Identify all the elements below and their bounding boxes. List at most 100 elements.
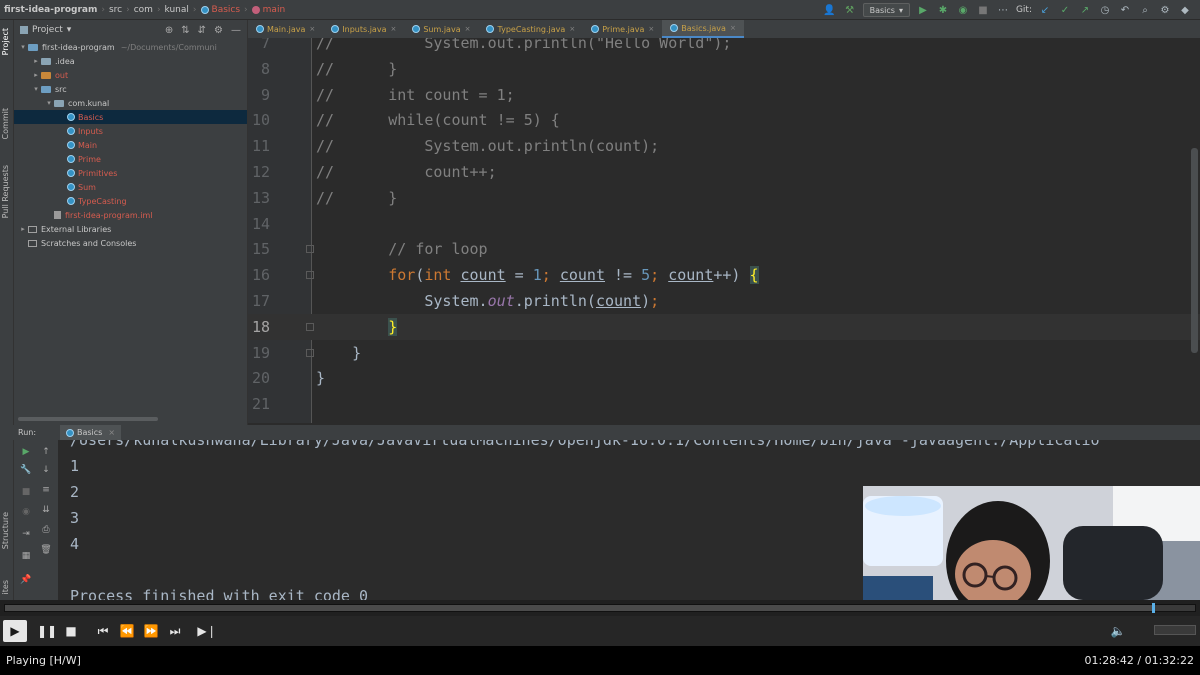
favorites-tool-tab[interactable]: ites [1, 580, 10, 594]
tree-item[interactable]: Basics [14, 110, 247, 124]
ide-logo-icon[interactable]: ◆ [1178, 3, 1192, 17]
structure-tool-tab[interactable]: Structure [1, 512, 10, 549]
sort-icon[interactable]: ⇵ [198, 25, 206, 36]
trash-icon[interactable]: 🗑 [40, 544, 52, 556]
locate-icon[interactable]: ⊕ [165, 25, 173, 36]
history-icon[interactable]: ◷ [1098, 3, 1112, 17]
editor-tab[interactable]: Prime.java × [583, 20, 662, 38]
coverage-icon[interactable]: ◉ [956, 3, 970, 17]
tree-item[interactable]: Primitives [14, 166, 247, 180]
git-push-icon[interactable]: ↗ [1078, 3, 1092, 17]
tree-item[interactable]: ▾ com.kunal [14, 96, 247, 110]
camera-icon[interactable]: ◉ [20, 506, 32, 518]
pull-requests-tool-tab[interactable]: Pull Requests [1, 165, 10, 218]
run-icon[interactable]: ▶ [916, 3, 930, 17]
tree-item[interactable]: first-idea-program.iml [14, 208, 247, 222]
project-panel-title[interactable]: Project [32, 25, 63, 35]
play-button[interactable]: ▶ [3, 620, 27, 642]
project-tool-tab[interactable]: Project [1, 28, 10, 55]
close-icon[interactable]: × [309, 25, 315, 33]
tree-item[interactable]: ▸ .idea [14, 54, 247, 68]
tree-item[interactable]: ▸ External Libraries [14, 222, 247, 236]
layout-icon[interactable]: ▦ [20, 550, 32, 562]
run-tab-basics[interactable]: Basics × [60, 425, 122, 440]
expand-arrow-icon[interactable]: ▾ [18, 43, 28, 51]
stop-icon[interactable]: ■ [20, 486, 32, 498]
fold-marker-icon[interactable] [306, 245, 314, 254]
hide-icon[interactable]: — [231, 25, 241, 36]
up-icon[interactable]: ↑ [40, 446, 52, 458]
fold-marker-icon[interactable] [306, 271, 314, 280]
gear-icon[interactable]: ⚙ [214, 25, 223, 36]
previous-button[interactable]: ⏮ [91, 620, 115, 642]
search-icon[interactable]: ⌕ [1138, 3, 1152, 17]
stop-button[interactable]: ■ [59, 620, 83, 642]
fast-forward-button[interactable]: ⏩ [139, 620, 163, 642]
settings-icon[interactable]: ⚙ [1158, 3, 1172, 17]
frame-step-button[interactable]: ▶❘ [195, 620, 219, 642]
more-icon[interactable]: ⋯ [996, 3, 1010, 17]
fold-marker-icon[interactable] [306, 322, 314, 331]
build-hammer-icon[interactable]: ⚒ [843, 3, 857, 17]
expand-arrow-icon[interactable]: ▾ [44, 99, 54, 107]
rollback-icon[interactable]: ↶ [1118, 3, 1132, 17]
close-icon[interactable]: × [730, 24, 736, 32]
breadcrumb-com[interactable]: com [130, 5, 157, 15]
close-icon[interactable]: × [648, 25, 654, 33]
seek-bar[interactable] [4, 603, 1196, 613]
tree-item[interactable]: ▾ src [14, 82, 247, 96]
collapse-icon[interactable]: ⇅ [181, 25, 189, 36]
git-update-icon[interactable]: ↙ [1038, 3, 1052, 17]
collapse-arrow-icon[interactable]: ▸ [31, 71, 41, 79]
print-icon[interactable]: ⎙ [40, 524, 52, 536]
expand-arrow-icon[interactable]: ▾ [31, 85, 41, 93]
tree-item[interactable]: Inputs [14, 124, 247, 138]
seek-handle[interactable] [1151, 603, 1155, 613]
tree-item[interactable]: ▾ first-idea-program ~/Documents/Communi [14, 40, 247, 54]
breadcrumb-kunal[interactable]: kunal [161, 5, 193, 15]
chevron-down-icon[interactable]: ▾ [67, 25, 72, 35]
down-icon[interactable]: ↓ [40, 464, 52, 476]
rewind-button[interactable]: ⏪ [115, 620, 139, 642]
soft-wrap-icon[interactable]: ≡ [40, 484, 52, 496]
scroll-end-icon[interactable]: ⇊ [40, 504, 52, 516]
rerun-icon[interactable]: ▶ [20, 446, 32, 458]
git-commit-icon[interactable]: ✓ [1058, 3, 1072, 17]
breadcrumb-main[interactable]: main [248, 5, 290, 15]
collapse-arrow-icon[interactable]: ▸ [31, 57, 41, 65]
commit-tool-tab[interactable]: Commit [1, 108, 10, 139]
tree-item[interactable]: Main [14, 138, 247, 152]
editor-scrollbar[interactable] [1191, 148, 1198, 353]
editor-tab[interactable]: Basics.java × [662, 20, 744, 38]
close-icon[interactable]: × [390, 25, 396, 33]
breadcrumb-src[interactable]: src [105, 5, 126, 15]
exit-icon[interactable]: ⇥ [20, 528, 32, 540]
close-icon[interactable]: × [465, 25, 471, 33]
close-icon[interactable]: × [108, 428, 115, 437]
wrench-icon[interactable]: 🔧 [20, 464, 32, 476]
next-button[interactable]: ⏭ [163, 620, 187, 642]
fold-marker-icon[interactable] [306, 348, 314, 357]
pause-button[interactable]: ❚❚ [35, 620, 59, 642]
user-icon[interactable]: 👤 [823, 3, 837, 17]
tree-item[interactable]: ▸ out [14, 68, 247, 82]
debug-icon[interactable]: ✱ [936, 3, 950, 17]
editor-tab[interactable]: Main.java × [248, 20, 323, 38]
tree-item[interactable]: TypeCasting [14, 194, 247, 208]
horizontal-scrollbar[interactable] [18, 417, 158, 421]
volume-slider[interactable] [1154, 625, 1196, 635]
tree-item[interactable]: Prime [14, 152, 247, 166]
close-icon[interactable]: × [569, 25, 575, 33]
code-editor[interactable]: 7 // System.out.println("Hello World"); 8 /… [248, 38, 1200, 423]
volume-icon[interactable]: 🔈 [1106, 620, 1130, 642]
editor-tab[interactable]: Inputs.java × [323, 20, 404, 38]
breadcrumb-basics[interactable]: Basics [197, 5, 245, 15]
editor-tab[interactable]: TypeCasting.java × [478, 20, 583, 38]
breadcrumb-project[interactable]: first-idea-program [0, 5, 101, 15]
run-config-select[interactable]: Basics ▾ [862, 3, 910, 17]
tree-item[interactable]: Scratches and Consoles [14, 236, 247, 250]
editor-tab[interactable]: Sum.java × [404, 20, 478, 38]
tree-item[interactable]: Sum [14, 180, 247, 194]
stop-icon[interactable]: ■ [976, 3, 990, 17]
pin-icon[interactable]: 📌 [20, 574, 32, 586]
